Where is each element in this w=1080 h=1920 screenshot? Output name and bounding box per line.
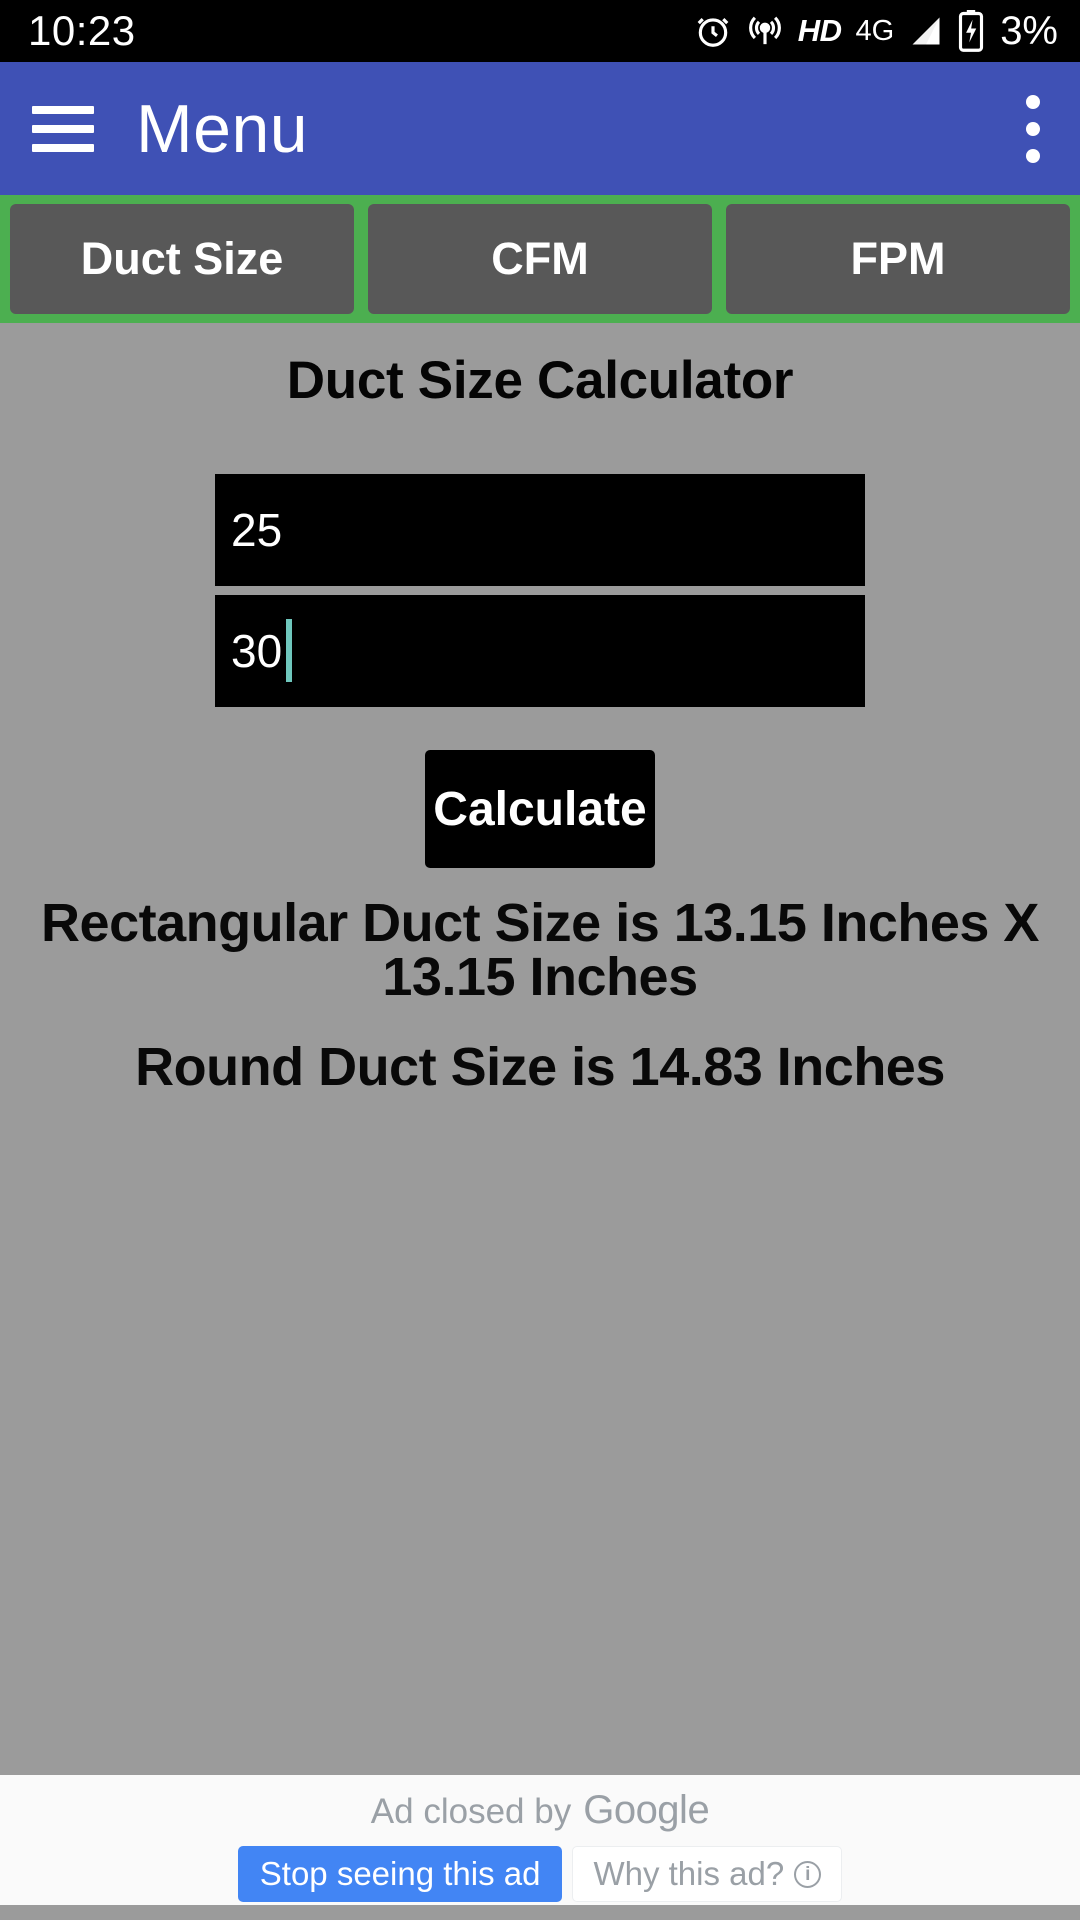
why-this-ad-button[interactable]: Why this ad? i [572,1846,843,1902]
why-this-ad-label: Why this ad? [593,1855,785,1892]
battery-percent: 3% [1000,8,1058,53]
height-input[interactable] [215,595,865,707]
rectangular-result: Rectangular Duct Size is 13.15 Inches X … [41,893,1039,1007]
calculate-button[interactable]: Calculate [425,750,655,868]
ad-banner: Ad closed by Google Stop seeing this ad … [0,1775,1080,1905]
height-input-wrapper [215,595,865,707]
hotspot-icon [746,12,784,50]
ad-closed-line: Ad closed by Google [370,1788,710,1833]
main-content: Duct Size Calculator Calculate Rectangul… [0,323,1080,1775]
network-4g-icon: 4G [855,14,895,47]
bottom-strip [0,1905,1080,1920]
info-icon: i [794,1860,822,1888]
ad-closed-text: Ad closed by [370,1792,572,1831]
alarm-icon [694,12,732,50]
hd-icon: HD [797,13,842,48]
width-input[interactable] [215,474,865,586]
text-caret [286,619,292,682]
stop-seeing-ad-button[interactable]: Stop seeing this ad [237,1846,563,1902]
signal-icon [908,13,944,49]
width-input-wrapper [215,474,865,586]
overflow-dots-icon[interactable] [1026,94,1040,163]
tab-duct-size[interactable]: Duct Size [10,204,354,314]
app-bar: Menu [0,62,1080,195]
google-logo-text: Google [583,1788,710,1832]
tab-fpm[interactable]: FPM [726,204,1070,314]
tab-cfm[interactable]: CFM [368,204,712,314]
status-icons: HD 4G 3% [694,9,1058,54]
battery-charging-icon [958,10,984,52]
ad-buttons: Stop seeing this ad Why this ad? i [237,1846,843,1902]
page-title: Menu [136,90,309,167]
round-result: Round Duct Size is 14.83 Inches [135,1037,945,1097]
hamburger-menu-icon[interactable] [32,105,94,152]
status-bar: 10:23 HD 4G 3% [0,0,1080,62]
tab-strip: Duct Size CFM FPM [0,195,1080,323]
status-clock: 10:23 [28,7,136,54]
calculator-heading: Duct Size Calculator [286,351,794,410]
phone-screen: 10:23 HD 4G 3% Menu Duct Size CFM FPM Du… [0,0,1080,1920]
